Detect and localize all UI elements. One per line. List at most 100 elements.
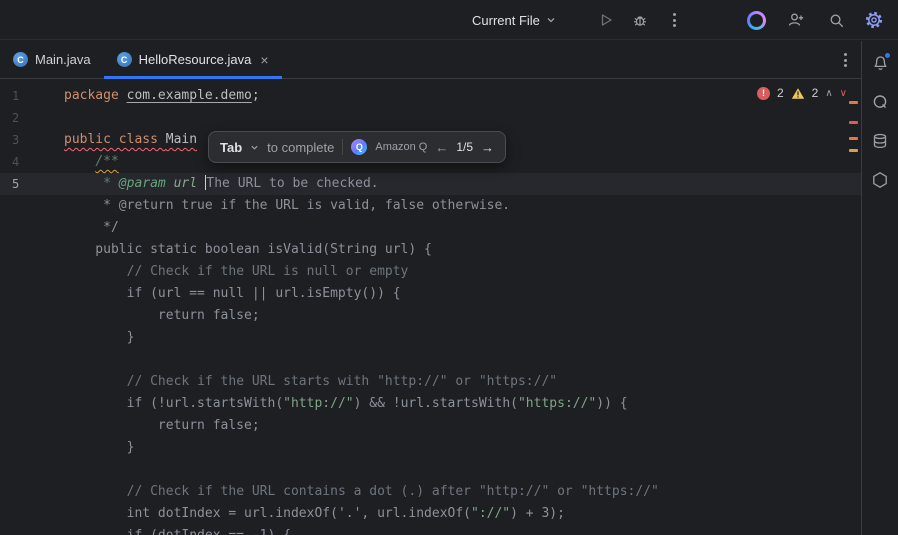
stripe-mark[interactable] [849,149,858,152]
code-token: public static boolean isValid(String url… [64,242,432,257]
next-suggestion-button[interactable]: → [481,140,494,155]
code-token [64,484,127,499]
suggestion-counter: 1/5 [456,140,473,154]
code-line[interactable]: int dotIndex = url.indexOf('.', url.inde… [0,503,861,525]
more-options-button[interactable] [660,0,688,40]
error-count: 2 [777,86,784,100]
code-token: return false; [64,308,260,323]
code-line[interactable]: * @return true if the URL is valid, fals… [0,195,861,217]
error-icon: ! [757,87,770,100]
code-text: public class Main [44,129,197,151]
code-line[interactable]: */ [0,217,861,239]
code-token: */ [64,220,119,235]
tab-key-button[interactable]: Tab [220,140,242,155]
line-number [0,239,44,261]
code-line[interactable]: } [0,327,861,349]
database-icon [871,132,889,150]
code-with-me-button[interactable] [782,0,810,40]
code-line[interactable]: // Check if the URL starts with "http://… [0,371,861,393]
tab-options-button[interactable] [844,41,847,79]
code-line[interactable]: } [0,437,861,459]
code-token: The URL to be checked. [206,176,378,191]
kebab-icon [844,53,847,67]
code-text: package com.example.demo; [44,85,260,107]
code-token: if (!url.startsWith( [64,396,283,411]
line-number: 1 [0,85,44,107]
java-class-icon: C [117,52,132,67]
previous-problem-button[interactable]: ∧ [825,88,832,99]
notifications-button[interactable] [869,53,891,73]
line-number [0,459,44,481]
line-number [0,261,44,283]
stripe-mark[interactable] [849,101,858,104]
code-token [64,154,95,169]
code-text: return false; [44,415,260,437]
close-tab-icon[interactable]: × [260,52,268,68]
code-token: return false; [64,418,260,433]
code-token: '.' [338,506,361,521]
amazon-q-tool-icon [871,93,889,111]
code-token: ) && !url.startsWith( [354,396,518,411]
tab-label: Main.java [35,52,91,67]
code-token: Main [166,132,197,147]
code-line[interactable]: 5 * @param url The URL to be checked. [0,173,861,195]
code-line[interactable]: return false; [0,415,861,437]
code-line[interactable]: if (url == null || url.isEmpty()) { [0,283,861,305]
code-token: , url.indexOf( [361,506,471,521]
stripe-mark[interactable] [849,121,858,124]
code-line[interactable] [0,349,861,371]
database-tool-button[interactable] [869,131,891,151]
line-number [0,305,44,327]
code-token: "://" [471,506,510,521]
gear-icon [864,10,884,30]
search-everywhere-button[interactable] [822,0,850,40]
run-configuration-label: Current File [472,13,540,28]
java-class-icon: C [13,52,28,67]
line-number [0,327,44,349]
code-text: // Check if the URL contains a dot (.) a… [44,481,659,503]
code-line[interactable] [0,459,861,481]
code-text: } [44,437,134,459]
code-token: } [64,440,134,455]
code-text: public static boolean isValid(String url… [44,239,432,261]
code-text: // Check if the URL is null or empty [44,261,408,283]
modules-tool-button[interactable] [869,170,891,190]
code-line[interactable]: return false; [0,305,861,327]
code-line[interactable]: // Check if the URL contains a dot (.) a… [0,481,861,503]
provider-label: Amazon Q [375,141,427,153]
code-line[interactable]: 1package com.example.demo; [0,85,861,107]
code-token: * [103,176,119,191]
line-number: 3 [0,129,44,151]
amazon-q-button[interactable] [742,0,770,40]
debug-button[interactable] [626,0,654,40]
code-editor[interactable]: 1package com.example.demo;23public class… [0,79,861,535]
inspections-widget[interactable]: ! 2 2 ∧ ∨ [757,86,847,100]
code-line[interactable]: public static boolean isValid(String url… [0,239,861,261]
play-icon [598,12,614,28]
code-text: * @return true if the URL is valid, fals… [44,195,510,217]
code-line[interactable]: if (dotIndex == -1) { [0,525,861,535]
run-configuration-selector[interactable]: Current File [472,0,556,40]
code-line[interactable]: // Check if the URL is null or empty [0,261,861,283]
tab-main-java[interactable]: C Main.java [0,41,104,78]
chevron-down-icon[interactable] [250,143,259,152]
code-token [64,264,127,279]
chevron-down-icon [546,15,556,25]
code-text: */ [44,217,119,239]
code-text: if (dotIndex == -1) { [44,525,291,535]
tab-helloresource-java[interactable]: C HelloResource.java × [104,41,282,78]
tab-label: HelloResource.java [139,52,252,67]
amazon-q-tool-button[interactable] [869,92,891,112]
amazon-q-logo-icon: Q [351,139,367,155]
code-text: } [44,327,134,349]
run-button[interactable] [592,0,620,40]
code-line[interactable]: 2 [0,107,861,129]
previous-suggestion-button[interactable]: ← [435,140,448,155]
next-problem-button[interactable]: ∨ [840,88,847,99]
stripe-mark[interactable] [849,137,858,140]
code-token: url [174,176,205,191]
line-number: 5 [0,173,44,195]
code-text: * @param url The URL to be checked. [44,173,379,195]
settings-button[interactable] [860,0,888,40]
code-line[interactable]: if (!url.startsWith("http://") && !url.s… [0,393,861,415]
